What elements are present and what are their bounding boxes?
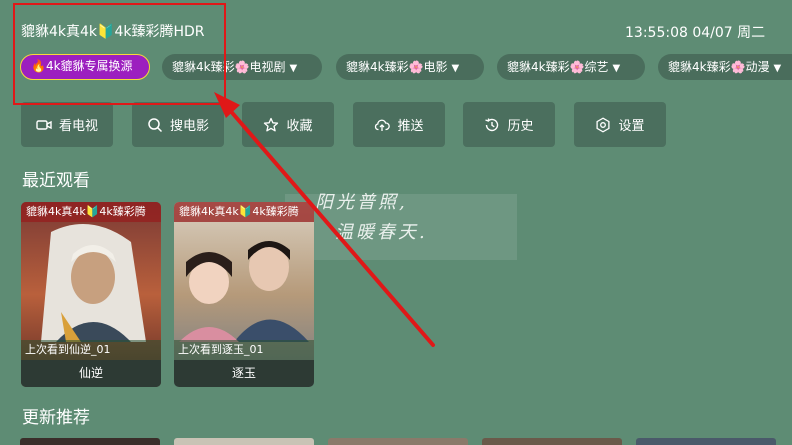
poster-title: 逐玉	[174, 360, 314, 387]
update-poster-peek[interactable]	[482, 438, 622, 445]
update-poster-peek[interactable]	[174, 438, 314, 445]
recent-item-card[interactable]: 貔貅4k真4k🔰4k臻彩腾 上次看到仙逆_01 仙逆	[21, 202, 161, 387]
calligraphy-line-2: 温暖春天.	[335, 222, 428, 243]
button-label: 设置	[618, 119, 645, 134]
push-button[interactable]: 推送	[353, 102, 445, 147]
recent-section-title: 最近观看	[22, 171, 90, 191]
chip-variety[interactable]: 貔貅4k臻彩🌸综艺 ▼	[497, 54, 645, 80]
star-icon	[263, 117, 279, 133]
search-icon	[147, 117, 163, 133]
tv-camera-icon	[36, 117, 52, 133]
watch-progress: 上次看到仙逆_01	[21, 340, 161, 360]
button-label: 看电视	[58, 119, 98, 134]
poster-title: 仙逆	[21, 360, 161, 387]
settings-button[interactable]: 设置	[574, 102, 666, 147]
chip-label: 貔貅4k臻彩🌸电影	[346, 60, 448, 74]
filter-icon: ▼	[451, 63, 460, 74]
update-poster-peek[interactable]	[636, 438, 776, 445]
search-movie-button[interactable]: 搜电影	[132, 102, 224, 147]
chip-movies[interactable]: 貔貅4k臻彩🌸电影 ▼	[336, 54, 484, 80]
settings-icon	[595, 116, 611, 133]
favorites-button[interactable]: 收藏	[242, 102, 334, 147]
chip-anime[interactable]: 貔貅4k臻彩🌸动漫 ▼	[658, 54, 792, 80]
update-poster-peek[interactable]	[328, 438, 468, 445]
update-row-preview	[20, 438, 792, 445]
calligraphy-line-1: 阳光普照,	[315, 192, 408, 213]
filter-icon: ▼	[773, 63, 782, 74]
recent-item-card[interactable]: 貔貅4k真4k🔰4k臻彩腾 上次看到逐玉_01 逐玉	[174, 202, 314, 387]
filter-icon: ▼	[289, 63, 298, 74]
button-label: 搜电影	[169, 119, 209, 134]
button-label: 推送	[397, 119, 424, 134]
clock: 13:55:08 04/07 周二	[625, 25, 766, 41]
source-tag: 貔貅4k真4k🔰4k臻彩腾	[21, 202, 161, 222]
chip-label: 貔貅4k臻彩🌸综艺	[507, 60, 609, 74]
button-label: 历史	[507, 119, 534, 134]
chip-label: 貔貅4k臻彩🌸动漫	[668, 60, 770, 74]
update-poster-peek[interactable]	[20, 438, 160, 445]
history-icon	[484, 117, 500, 133]
source-tag: 貔貅4k真4k🔰4k臻彩腾	[174, 202, 314, 222]
history-button[interactable]: 历史	[463, 102, 555, 147]
annotation-highlight-box	[13, 3, 226, 105]
filter-icon: ▼	[612, 63, 621, 74]
watch-tv-button[interactable]: 看电视	[21, 102, 113, 147]
cloud-upload-icon	[374, 117, 391, 133]
button-label: 收藏	[286, 119, 313, 134]
update-section-title: 更新推荐	[22, 408, 90, 428]
watch-progress: 上次看到逐玉_01	[174, 340, 314, 360]
